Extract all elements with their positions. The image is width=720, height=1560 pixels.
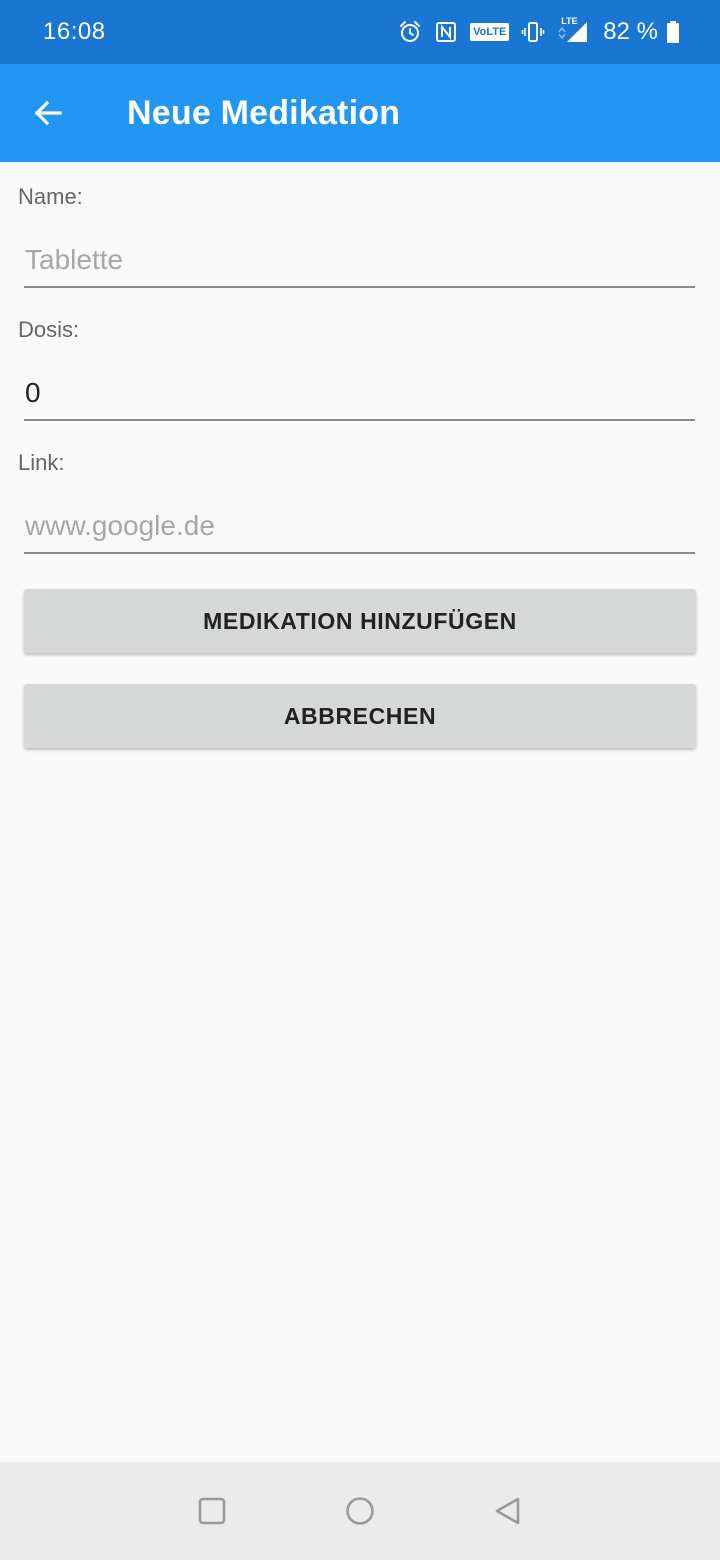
status-bar: 16:08 VoLTE LTE 82 % (0, 0, 720, 64)
dose-label: Dosis: (18, 317, 80, 342)
page-title: Neue Medikation (127, 94, 401, 132)
volte-label: VoLTE (470, 23, 510, 41)
battery-icon (666, 20, 680, 44)
link-input[interactable]: www.google.de (24, 504, 695, 554)
arrow-left-icon (34, 100, 62, 126)
link-label: Link: (18, 450, 65, 475)
name-input[interactable]: Tablette (24, 238, 695, 288)
nfc-icon (434, 20, 458, 44)
name-label: Name: (18, 184, 83, 209)
recents-icon (198, 1497, 226, 1525)
volte-icon: VoLTE (470, 23, 510, 41)
dose-input[interactable]: 0 (24, 371, 695, 421)
back-button[interactable] (24, 89, 72, 137)
vibrate-icon (521, 20, 545, 44)
system-back-button[interactable] (488, 1491, 528, 1531)
recents-button[interactable] (192, 1491, 232, 1531)
cancel-button[interactable]: ABBRECHEN (24, 684, 696, 748)
home-icon (346, 1497, 374, 1525)
status-icons: VoLTE LTE 82 % (386, 16, 680, 48)
back-icon (495, 1497, 520, 1525)
home-button[interactable] (340, 1491, 380, 1531)
battery-percent: 82 % (603, 18, 658, 45)
navigation-bar (0, 1462, 720, 1560)
add-medication-button[interactable]: MEDIKATION HINZUFÜGEN (24, 589, 696, 653)
signal-icon: LTE (557, 16, 589, 44)
status-time: 16:08 (43, 18, 106, 45)
network-label: LTE (561, 16, 578, 26)
app-bar: Neue Medikation (0, 64, 720, 162)
alarm-icon (398, 20, 422, 44)
